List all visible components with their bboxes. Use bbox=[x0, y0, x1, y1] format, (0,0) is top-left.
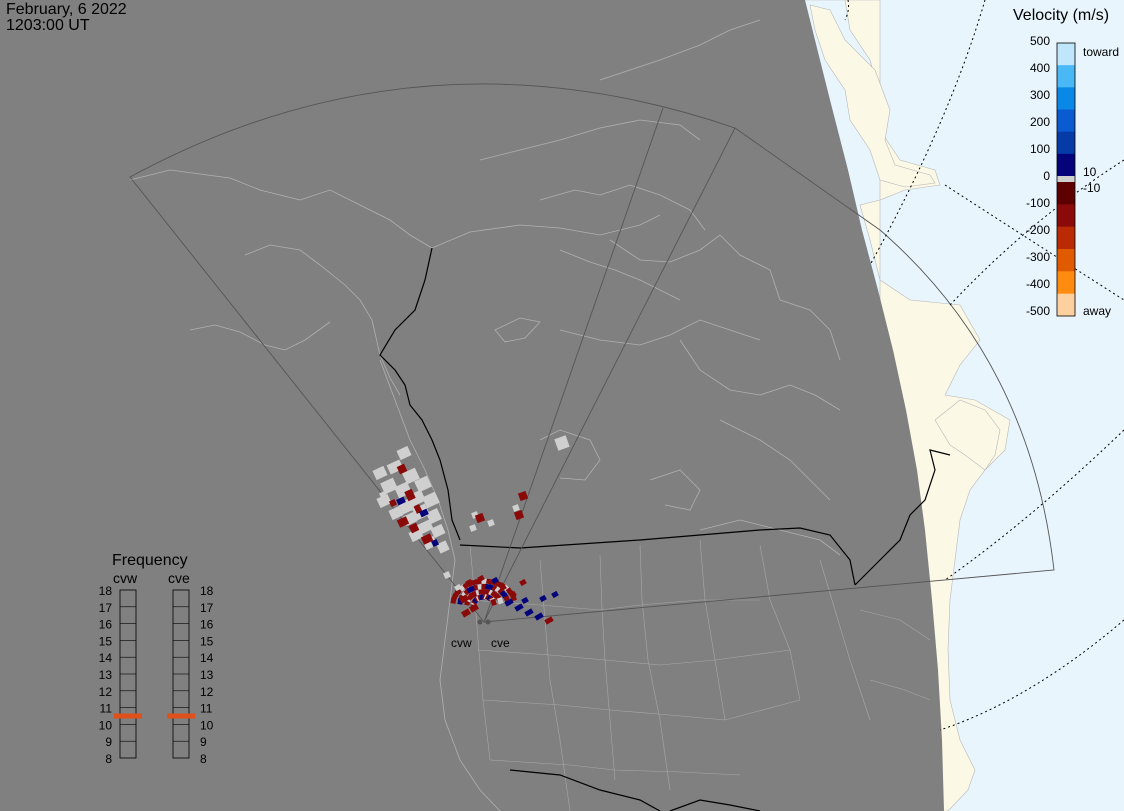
frequency-tick-left: 8 bbox=[105, 752, 112, 766]
velocity-tick-label: -500 bbox=[1026, 304, 1050, 318]
velocity-colorbar bbox=[1056, 42, 1076, 317]
frequency-tick-right: 12 bbox=[200, 685, 214, 699]
colorbar-segment-ground-scatter bbox=[1057, 176, 1075, 182]
frequency-tick-left: 15 bbox=[99, 634, 113, 648]
velocity-tick-label: -400 bbox=[1026, 277, 1050, 291]
frequency-tick-left: 18 bbox=[99, 584, 113, 598]
colorbar-segment-away_400 bbox=[1057, 271, 1075, 295]
frequency-tick-right: 8 bbox=[200, 752, 207, 766]
frequency-tick-left: 9 bbox=[105, 735, 112, 749]
velocity-tick-label: -300 bbox=[1026, 250, 1050, 264]
velocity-tick-label: -200 bbox=[1026, 223, 1050, 237]
frequency-tick-right: 15 bbox=[200, 634, 214, 648]
colorbar-segment-away_500 bbox=[1057, 293, 1075, 317]
night-region bbox=[0, 0, 944, 811]
velocity-tick-label: 300 bbox=[1030, 88, 1050, 102]
frequency-tick-right: 16 bbox=[200, 618, 214, 632]
velocity-tick-label: 200 bbox=[1030, 115, 1050, 129]
site-marker-cve bbox=[485, 619, 491, 625]
velocity-away-label: away bbox=[1083, 304, 1111, 318]
colorbar-segment-toward_300 bbox=[1057, 87, 1075, 110]
frequency-col-label-cvw: cvw bbox=[113, 570, 138, 586]
frequency-indicator-cvw bbox=[114, 713, 142, 719]
frequency-tick-left: 12 bbox=[99, 685, 113, 699]
colorbar-segment-away_200 bbox=[1057, 226, 1075, 250]
velocity-plus-threshold: 10 bbox=[1083, 165, 1097, 179]
frequency-tick-left: 10 bbox=[99, 718, 113, 732]
radar-map: Velocity (m/s) 500 400 300 200 100 0 -100 -200 -… bbox=[0, 0, 1124, 811]
colorbar-segment-toward_100 bbox=[1057, 131, 1075, 155]
frequency-tick-right: 14 bbox=[200, 651, 214, 665]
velocity-tick-label: 100 bbox=[1030, 142, 1050, 156]
site-marker-cvw bbox=[477, 619, 483, 625]
velocity-toward-label: toward bbox=[1083, 45, 1119, 59]
colorbar-segment-away_0 bbox=[1057, 182, 1075, 205]
frequency-tick-left: 14 bbox=[99, 651, 113, 665]
frequency-tick-left: 17 bbox=[99, 601, 113, 615]
frequency-tick-left: 16 bbox=[99, 618, 113, 632]
frequency-tick-right: 13 bbox=[200, 668, 214, 682]
colorbar-segment-toward_200 bbox=[1057, 109, 1075, 133]
frequency-tick-right: 11 bbox=[200, 702, 213, 716]
site-label-cvw: cvw bbox=[451, 636, 472, 650]
site-label-cve: cve bbox=[491, 636, 510, 650]
frequency-tick-right: 9 bbox=[200, 735, 207, 749]
colorbar-segment-toward_500 bbox=[1057, 43, 1075, 66]
frequency-tick-right: 17 bbox=[200, 601, 214, 615]
time-label: 1203:00 UT bbox=[6, 17, 90, 34]
velocity-minus-threshold: -10 bbox=[1083, 181, 1101, 195]
colorbar-segment-toward_0 bbox=[1057, 153, 1075, 177]
colorbar-segment-away_300 bbox=[1057, 249, 1075, 272]
velocity-tick-label: -100 bbox=[1026, 196, 1050, 210]
frequency-tick-right: 10 bbox=[200, 718, 214, 732]
velocity-tick-label: 400 bbox=[1030, 61, 1050, 75]
velocity-legend-title: Velocity (m/s) bbox=[1013, 7, 1109, 24]
frequency-col-label-cve: cve bbox=[168, 570, 190, 586]
frequency-tick-left: 11 bbox=[100, 702, 113, 716]
frequency-indicator-cve bbox=[167, 713, 195, 719]
velocity-tick-label: 0 bbox=[1043, 169, 1050, 183]
colorbar-segment-toward_400 bbox=[1057, 65, 1075, 88]
date-label: February, 6 2022 bbox=[6, 1, 127, 18]
colorbar-segment-away_100 bbox=[1057, 204, 1075, 228]
frequency-tick-right: 18 bbox=[200, 584, 214, 598]
frequency-title: Frequency bbox=[112, 552, 188, 569]
frequency-tick-left: 13 bbox=[99, 668, 113, 682]
velocity-tick-label: 500 bbox=[1030, 34, 1050, 48]
